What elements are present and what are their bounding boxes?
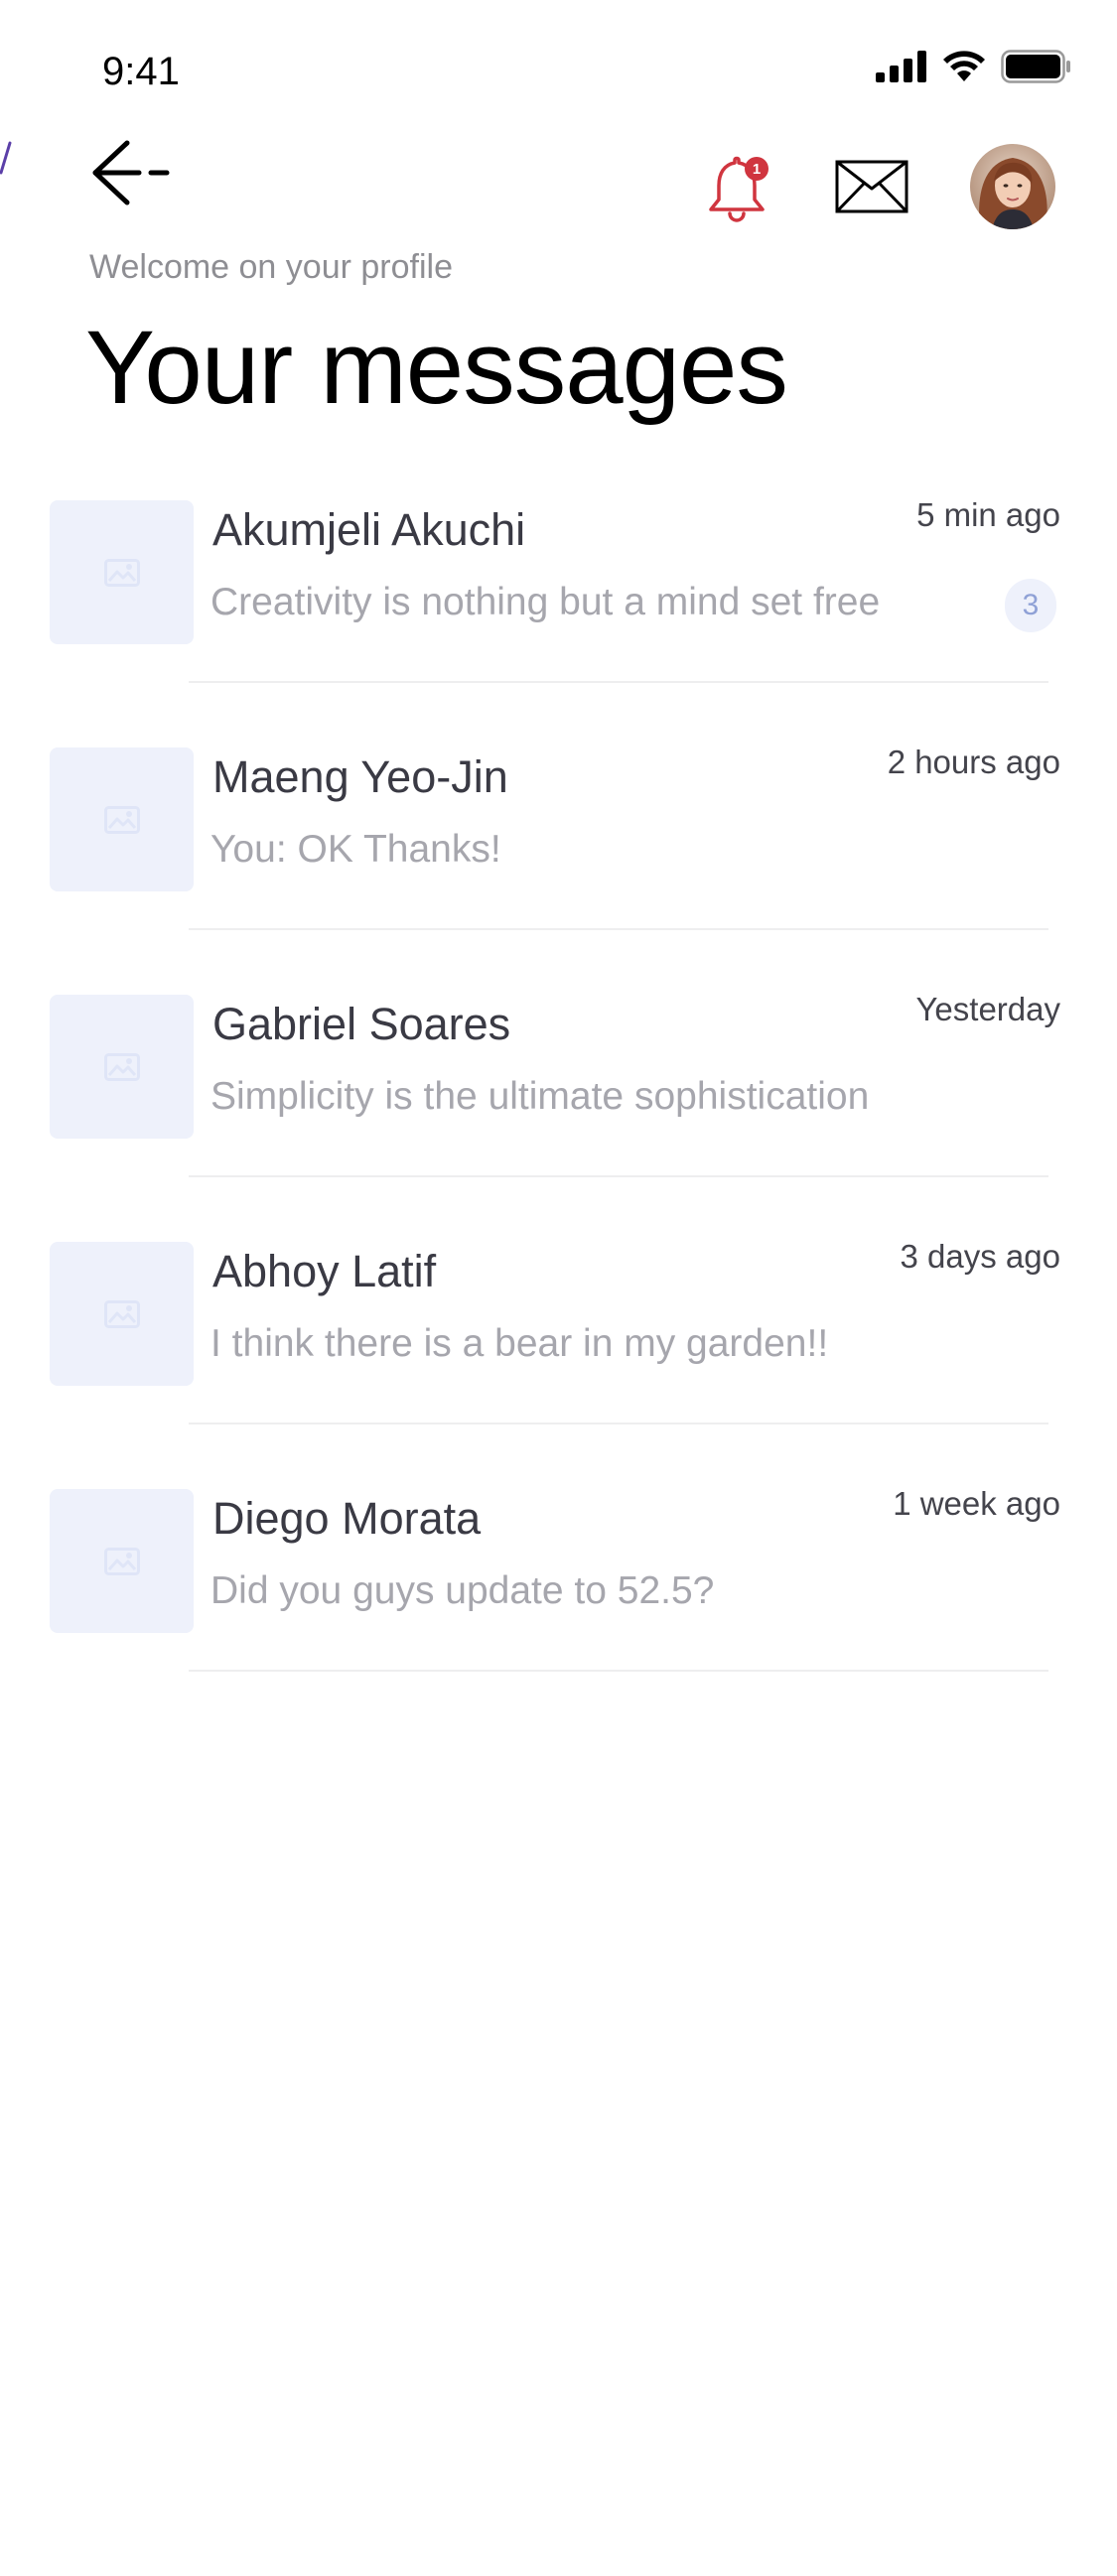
message-time: 5 min ago [916, 496, 1060, 533]
divider [189, 1423, 1048, 1424]
contact-name: Maeng Yeo-Jin [212, 751, 508, 802]
welcome-subtitle: Welcome on your profile [89, 248, 453, 286]
profile-avatar[interactable] [970, 144, 1055, 229]
bell-icon: 1 [709, 156, 768, 222]
message-preview: Creativity is nothing but a mind set fre… [210, 581, 881, 623]
conversation-thumbnail [50, 747, 194, 891]
conversation-thumbnail [50, 1242, 194, 1386]
contact-name: Diego Morata [212, 1493, 482, 1544]
message-preview: I think there is a bear in my garden!! [210, 1322, 829, 1365]
page-title: Your messages [85, 310, 788, 426]
conversation-thumbnail [50, 1489, 194, 1633]
image-placeholder-icon [103, 1547, 140, 1575]
message-time: 2 hours ago [887, 744, 1060, 780]
message-time: Yesterday [915, 991, 1060, 1027]
conversation-thumbnail [50, 500, 194, 644]
status-time: 9:41 [102, 50, 180, 93]
message-preview: Did you guys update to 52.5? [210, 1569, 715, 1612]
conversation-row[interactable]: Gabriel Soares Simplicity is the ultimat… [0, 991, 1117, 1238]
notification-count: 1 [753, 161, 761, 178]
conversation-row[interactable]: Akumjeli Akuchi Creativity is nothing bu… [0, 496, 1117, 744]
conversation-row[interactable]: Diego Morata Did you guys update to 52.5… [0, 1485, 1117, 1732]
user-photo-icon [970, 144, 1055, 229]
wifi-icon [943, 51, 985, 81]
arrow-left-icon [92, 140, 170, 205]
image-placeholder-icon [103, 558, 140, 587]
divider [189, 1670, 1048, 1672]
conversation-thumbnail [50, 995, 194, 1139]
contact-name: Akumjeli Akuchi [212, 504, 526, 555]
contact-name: Gabriel Soares [212, 999, 511, 1049]
conversation-row[interactable]: Abhoy Latif I think there is a bear in m… [0, 1238, 1117, 1485]
image-placeholder-icon [103, 1299, 140, 1328]
message-time: 3 days ago [900, 1238, 1060, 1275]
divider [189, 1175, 1048, 1177]
image-placeholder-icon [103, 1052, 140, 1081]
mail-icon [835, 160, 908, 213]
battery-icon [1001, 50, 1070, 83]
back-button[interactable] [89, 137, 179, 208]
divider [189, 928, 1048, 930]
conversation-list: Akumjeli Akuchi Creativity is nothing bu… [0, 496, 1117, 1732]
notifications-button[interactable]: 1 [705, 154, 770, 223]
divider [189, 681, 1048, 683]
messages-button[interactable] [834, 159, 909, 214]
status-icons [876, 50, 1072, 83]
conversation-row[interactable]: Maeng Yeo-Jin You: OK Thanks! 2 hours ag… [0, 744, 1117, 991]
contact-name: Abhoy Latif [212, 1246, 437, 1296]
unread-badge: 3 [1005, 579, 1056, 632]
message-preview: You: OK Thanks! [210, 828, 501, 871]
message-time: 1 week ago [893, 1485, 1060, 1522]
message-preview: Simplicity is the ultimate sophisticatio… [210, 1075, 870, 1118]
edge-accent-mark [0, 141, 12, 175]
image-placeholder-icon [103, 805, 140, 834]
cellular-signal-icon [876, 51, 926, 82]
